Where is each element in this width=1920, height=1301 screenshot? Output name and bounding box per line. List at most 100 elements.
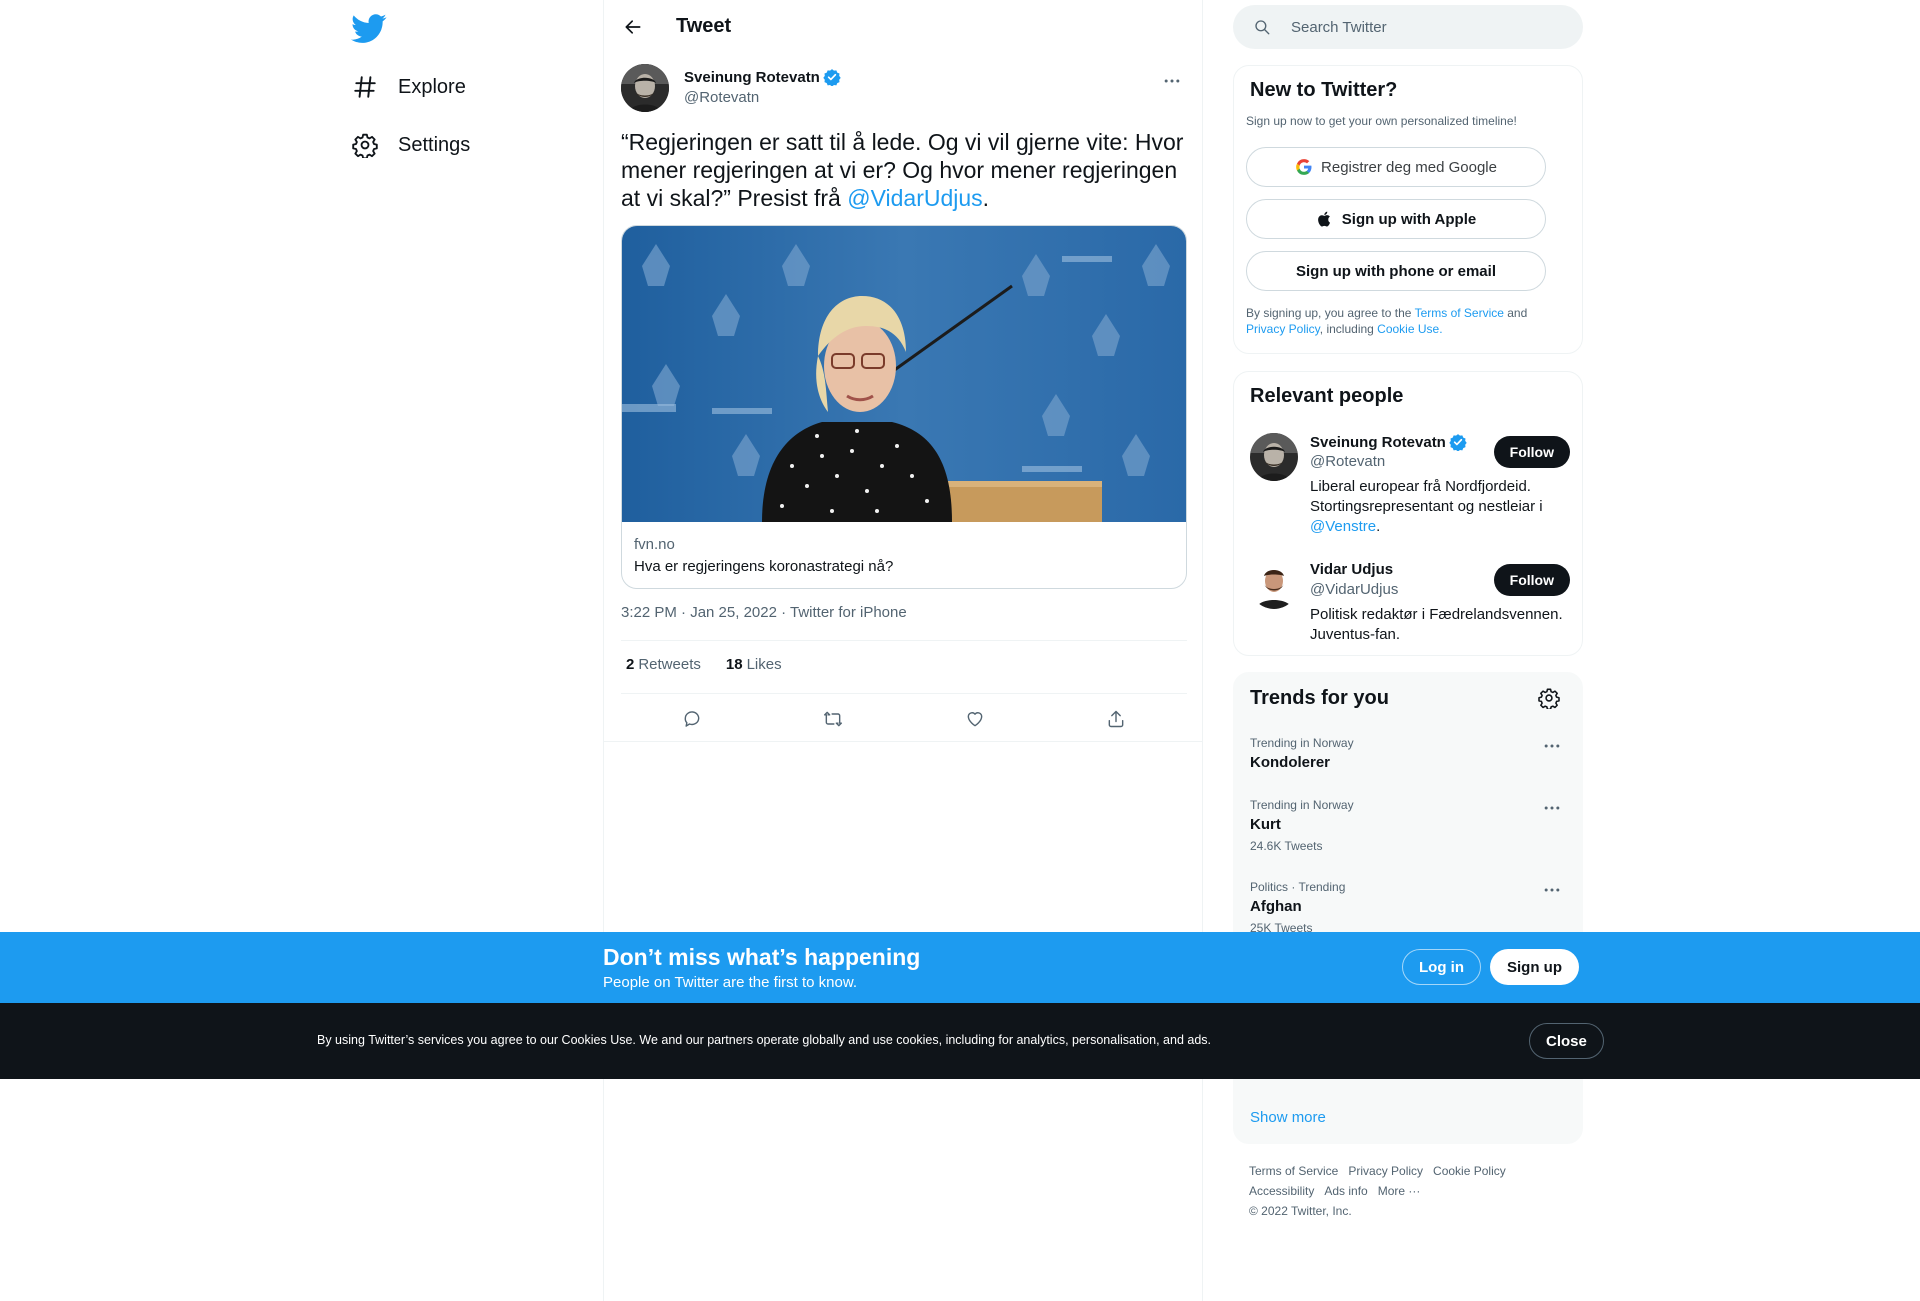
avatar[interactable] — [1250, 433, 1298, 481]
signup-terms: By signing up, you agree to the Terms of… — [1246, 305, 1566, 337]
heart-icon — [967, 712, 983, 727]
footer-link-more[interactable]: More ··· — [1378, 1184, 1421, 1198]
more-options-button[interactable] — [1157, 66, 1187, 96]
footer-links: Terms of Service Privacy Policy Cookie Pol… — [1249, 1161, 1579, 1221]
trend-item[interactable]: Trending in Norway Kurt 24.6K Tweets — [1250, 798, 1570, 853]
terms-text: By signing up, you agree to the — [1246, 306, 1415, 320]
tweet-text: “Regjeringen er satt til å lede. Og vi v… — [621, 128, 1187, 212]
gear-icon[interactable] — [1538, 687, 1560, 709]
retweet-button[interactable] — [816, 702, 850, 736]
divider — [621, 640, 1187, 641]
nav-item-settings[interactable]: Settings — [352, 123, 470, 167]
avatar[interactable] — [1250, 561, 1298, 609]
divider — [621, 693, 1187, 694]
panel-title: Relevant people — [1250, 385, 1404, 407]
retweets-label: Retweets — [638, 656, 701, 673]
page-header: Tweet — [604, 0, 1202, 53]
panel-subtitle: Sign up now to get your own personalized… — [1246, 114, 1517, 128]
card-title: Hva er regjeringens koronastrategi nå? — [634, 558, 894, 575]
more-horizontal-icon[interactable] — [1542, 798, 1562, 818]
footer-link-accessibility[interactable]: Accessibility — [1249, 1184, 1314, 1198]
more-horizontal-icon[interactable] — [1542, 880, 1562, 900]
footer-link-privacy[interactable]: Privacy Policy — [1348, 1164, 1423, 1178]
tweet-timestamp[interactable]: 3:22 PM · Jan 25, 2022 · Twitter for iPh… — [621, 604, 907, 621]
phone-email-signup-button[interactable]: Sign up with phone or email — [1246, 251, 1546, 291]
follow-button[interactable]: Follow — [1493, 436, 1570, 468]
author-name[interactable]: Sveinung Rotevatn — [684, 68, 841, 86]
verified-badge-icon — [1449, 434, 1467, 451]
person-handle: @Rotevatn — [1310, 453, 1386, 470]
nav-item-label: Settings — [398, 133, 471, 156]
twitter-logo-icon[interactable] — [351, 10, 387, 46]
retweets-stat[interactable]: 2 Retweets — [621, 656, 701, 673]
search-input[interactable] — [1291, 18, 1571, 36]
apple-signup-label: Sign up with Apple — [1341, 210, 1477, 228]
likes-label: Likes — [746, 656, 782, 673]
signup-button[interactable]: Sign up — [1490, 949, 1579, 985]
person-handle: @VidarUdjus — [1310, 581, 1399, 598]
trend-meta: Trending in Norway — [1250, 736, 1354, 750]
trend-name: Kurt — [1250, 816, 1281, 833]
google-signup-label: Registrer deg med Google — [1321, 158, 1497, 176]
tweet-stats: 2 Retweets 18 Likes — [621, 656, 802, 673]
person-bio: Politisk redaktør i Fædrelandsvennen. Ju… — [1310, 606, 1563, 643]
footer-link-ads-info[interactable]: Ads info — [1324, 1184, 1367, 1198]
share-button[interactable] — [1099, 702, 1133, 736]
back-button[interactable] — [618, 12, 648, 42]
cookie-banner: By using Twitter’s services you agree to… — [0, 1003, 1920, 1079]
footer-link-cookie[interactable]: Cookie Policy — [1433, 1164, 1506, 1178]
footer-link-terms[interactable]: Terms of Service — [1249, 1164, 1338, 1178]
card-image — [622, 226, 1186, 522]
avatar[interactable] — [621, 64, 669, 112]
card-domain: fvn.no — [634, 536, 675, 553]
apple-signup-button[interactable]: Sign up with Apple — [1246, 199, 1546, 239]
relevant-people-panel: Relevant people Sveinung Rotevatn @Rotev… — [1233, 371, 1583, 656]
likes-stat[interactable]: 18 Likes — [721, 656, 782, 673]
search-bar — [1233, 5, 1583, 49]
terms-text: , including — [1319, 322, 1378, 336]
trend-item[interactable]: Trending in Norway Kondolerer — [1250, 736, 1570, 771]
copyright-text: © 2022 Twitter, Inc. — [1249, 1204, 1352, 1218]
person-name[interactable]: Vidar Udjus — [1310, 561, 1393, 578]
phone-email-signup-label: Sign up with phone or email — [1295, 262, 1496, 280]
show-more-link[interactable]: Show more — [1250, 1109, 1326, 1126]
prompt-subtitle: People on Twitter are the first to know. — [603, 974, 858, 991]
link-card[interactable]: fvn.no Hva er regjeringens koronastrateg… — [621, 225, 1187, 589]
like-button[interactable] — [958, 702, 992, 736]
mention-link[interactable]: @VidarUdjus — [847, 185, 982, 211]
reply-button[interactable] — [675, 702, 709, 736]
apple-logo-icon — [1317, 211, 1330, 227]
main-column: Tweet Sveinung Rotevatn @Rotevatn “Regje… — [603, 0, 1203, 1301]
nav-item-explore[interactable]: Explore — [352, 65, 466, 109]
person-item[interactable]: Vidar Udjus @VidarUdjus Follow Politisk … — [1250, 561, 1570, 651]
divider — [604, 741, 1202, 742]
more-horizontal-icon[interactable] — [1542, 736, 1562, 756]
person-name[interactable]: Sveinung Rotevatn — [1310, 433, 1467, 451]
search-icon — [1255, 20, 1270, 35]
gear-icon — [352, 133, 378, 158]
login-button[interactable]: Log in — [1402, 949, 1481, 985]
nav-item-label: Explore — [398, 75, 466, 98]
cookie-use-link[interactable]: Cookie Use. — [1377, 322, 1442, 336]
google-logo-icon — [1296, 159, 1312, 175]
arrow-left-icon — [625, 20, 641, 34]
trend-item[interactable]: Politics · Trending Afghan 25K Tweets — [1250, 880, 1570, 935]
tweet-author: Sveinung Rotevatn @Rotevatn — [621, 64, 1187, 114]
likes-count: 18 — [725, 656, 743, 673]
author-name-text: Sveinung Rotevatn — [684, 68, 820, 86]
person-name-text: Vidar Udjus — [1310, 561, 1394, 578]
author-handle[interactable]: @Rotevatn — [684, 89, 759, 106]
terms-of-service-link[interactable]: Terms of Service — [1415, 306, 1504, 320]
google-signup-button[interactable]: Registrer deg med Google — [1246, 147, 1546, 187]
trend-meta: Politics · Trending — [1250, 880, 1346, 894]
close-button[interactable]: Close — [1529, 1023, 1604, 1059]
verified-badge-icon — [823, 69, 841, 86]
share-icon — [1108, 710, 1124, 728]
tweet-actions — [621, 702, 1187, 734]
person-item[interactable]: Sveinung Rotevatn @Rotevatn Follow Liber… — [1250, 433, 1570, 543]
privacy-policy-link[interactable]: Privacy Policy — [1246, 322, 1320, 336]
follow-button[interactable]: Follow — [1493, 564, 1570, 596]
person-name-text: Sveinung Rotevatn — [1310, 433, 1446, 451]
panel-title: New to Twitter? — [1250, 79, 1398, 101]
bio-mention-link[interactable]: @Venstre — [1310, 518, 1376, 535]
